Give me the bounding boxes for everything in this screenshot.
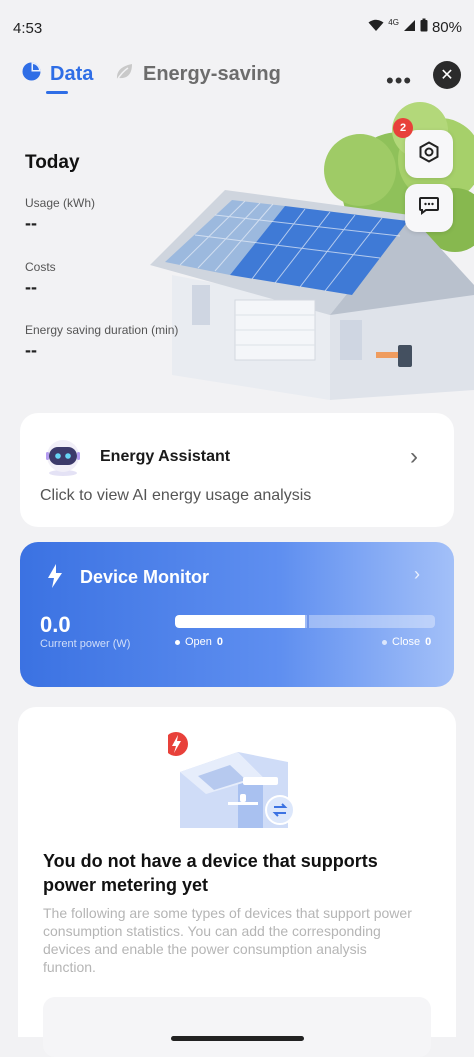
- battery-icon: [420, 18, 428, 36]
- status-bar: 4:53 4G 80%: [0, 0, 474, 56]
- close-count: 0: [425, 636, 432, 648]
- chevron-right-icon: ›: [414, 564, 420, 584]
- pie-chart-icon: [22, 62, 41, 86]
- tab-energy-saving[interactable]: Energy-saving: [114, 62, 281, 87]
- close-legend: Close 0: [382, 636, 431, 648]
- notification-badge: 2: [393, 118, 413, 138]
- usage-value: --: [25, 213, 37, 233]
- open-legend: Open 0: [175, 636, 223, 648]
- lightning-icon: [45, 564, 65, 593]
- house-illustration: [150, 102, 474, 400]
- empty-state-headline: You do not have a device that supports p…: [43, 851, 378, 895]
- open-dot: [175, 639, 180, 645]
- usage-label: Usage (kWh): [25, 196, 96, 210]
- energy-assistant-card[interactable]: Energy Assistant › Click to view AI ener…: [20, 413, 454, 527]
- current-power-label: Current power (W): [40, 638, 131, 650]
- open-close-bar: [175, 615, 435, 628]
- leaf-icon: [114, 62, 134, 87]
- costs-label: Costs: [25, 260, 56, 274]
- active-tab-indicator: [46, 91, 68, 94]
- open-bar-fill: [175, 615, 305, 628]
- network-type: 4G: [388, 17, 399, 27]
- more-options-button[interactable]: •••: [386, 68, 412, 94]
- today-title: Today: [25, 152, 80, 173]
- saving-duration-label: Energy saving duration (min): [25, 323, 179, 337]
- device-type-card: [43, 997, 431, 1057]
- close-dot: [382, 639, 387, 645]
- open-count: 0: [216, 636, 224, 648]
- saving-duration-value: --: [25, 340, 37, 360]
- current-power-value: 0.0: [40, 612, 71, 637]
- tab-data-label: Data: [50, 62, 94, 85]
- settings-button[interactable]: [405, 130, 453, 178]
- tab-energy-saving-label: Energy-saving: [143, 63, 281, 85]
- house-device-illustration: [168, 732, 295, 828]
- battery-percent: 80%: [431, 18, 462, 36]
- today-summary: Today Usage (kWh) -- Costs -- Energy sav…: [0, 100, 474, 405]
- status-time: 4:53: [13, 20, 43, 37]
- device-monitor-card[interactable]: Device Monitor › 0.0 Current power (W) O…: [20, 542, 454, 687]
- energy-assistant-description: Click to view AI energy usage analysis: [40, 487, 312, 504]
- open-label: Open: [185, 636, 212, 648]
- empty-state-card: You do not have a device that supports p…: [18, 707, 456, 1057]
- home-indicator[interactable]: [171, 1036, 304, 1041]
- signal-icon: [403, 19, 416, 36]
- empty-state-description: The following are some types of devices …: [43, 905, 412, 975]
- energy-assistant-title: Energy Assistant: [100, 448, 231, 465]
- wifi-icon: [368, 19, 384, 36]
- tab-header: Data Energy-saving •••: [0, 56, 474, 102]
- costs-value: --: [25, 277, 37, 297]
- tab-data[interactable]: Data: [22, 62, 93, 86]
- robot-icon: [43, 437, 83, 477]
- close-icon: ✕: [440, 67, 454, 84]
- close-label: Close: [392, 636, 421, 648]
- chevron-right-icon: ›: [410, 443, 418, 470]
- message-button[interactable]: [405, 184, 453, 232]
- settings-icon: [418, 140, 440, 168]
- chat-icon: [418, 196, 440, 221]
- close-button[interactable]: ✕: [433, 61, 461, 89]
- device-monitor-title: Device Monitor: [80, 567, 210, 587]
